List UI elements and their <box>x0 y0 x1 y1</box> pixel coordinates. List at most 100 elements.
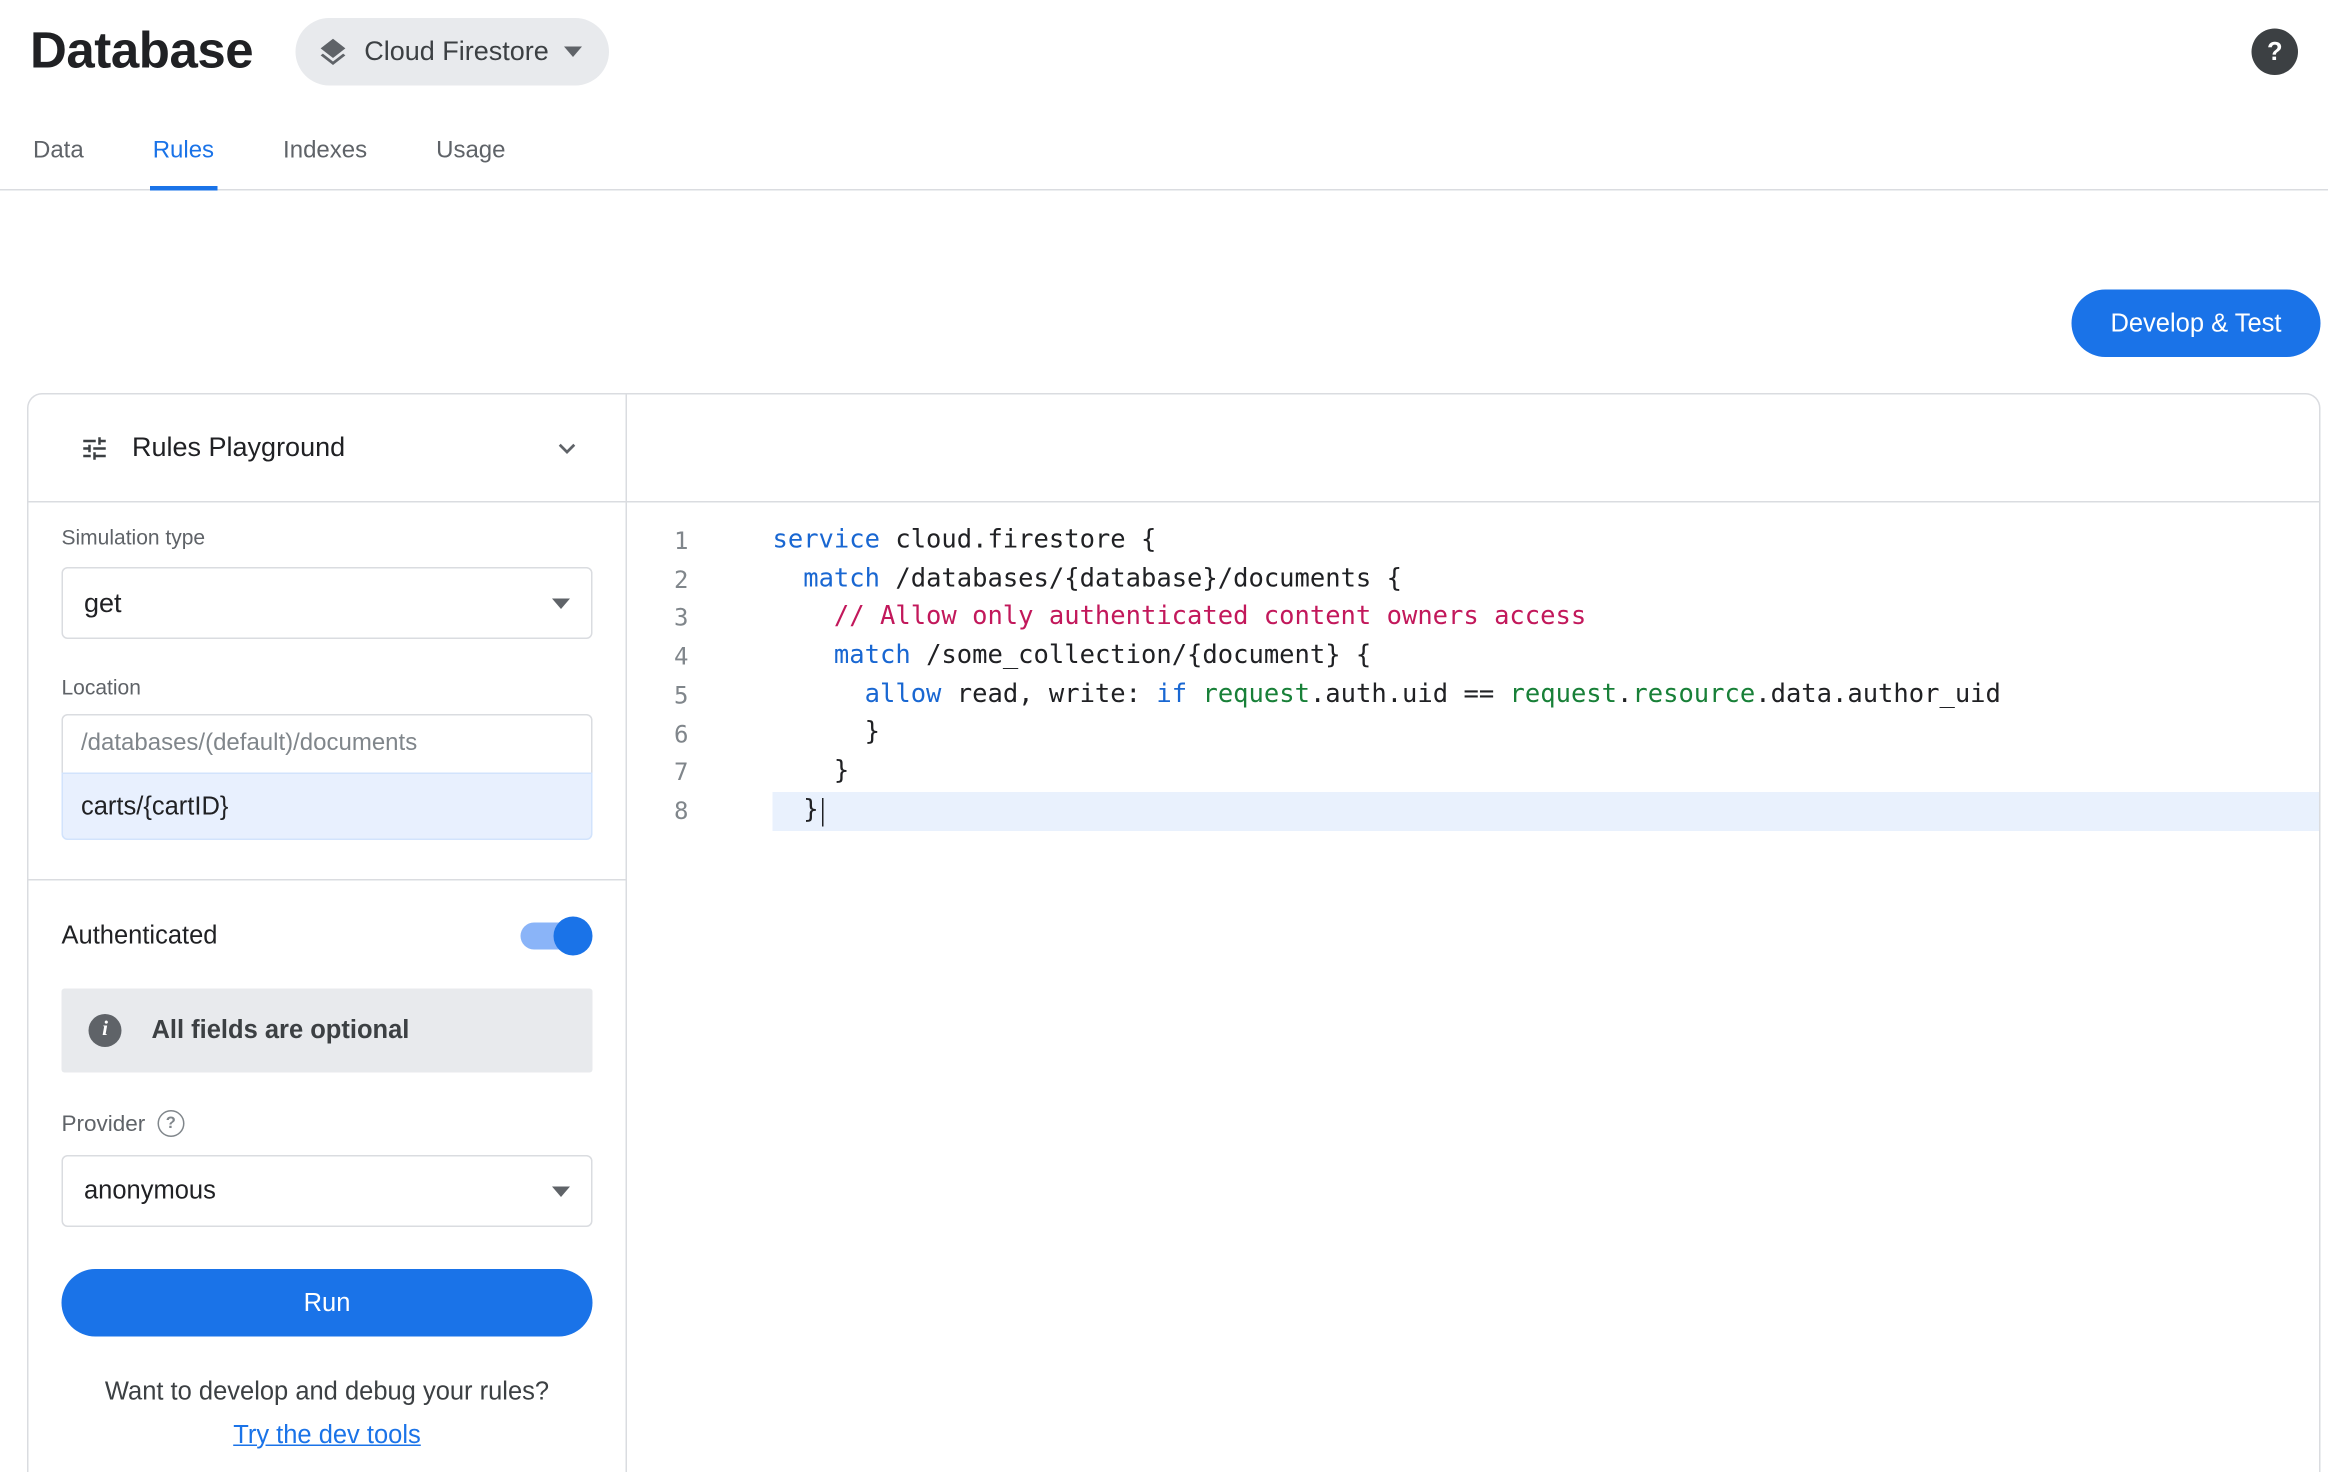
rules-playground-panel: Rules Playground Simulation type get Loc… <box>29 395 628 1472</box>
code-line[interactable]: service cloud.firestore { <box>773 522 2320 561</box>
info-icon: i <box>89 1014 122 1047</box>
code-token: match <box>834 641 911 671</box>
authenticated-toggle[interactable] <box>521 923 590 950</box>
rules-card: Rules Playground Simulation type get Loc… <box>27 393 2321 1472</box>
code-token <box>773 641 834 671</box>
help-outline-icon[interactable]: ? <box>157 1110 184 1137</box>
line-number: 2 <box>627 561 689 600</box>
tab-bar: Data Rules Indexes Usage <box>0 113 2328 191</box>
tab-usage-label: Usage <box>436 138 505 164</box>
tab-rules[interactable]: Rules <box>150 138 217 191</box>
code-token: if <box>1156 679 1187 709</box>
chevron-down-icon <box>564 47 582 58</box>
develop-test-button[interactable]: Develop & Test <box>2071 290 2320 358</box>
code-token: /some_collection/{document} { <box>911 641 1372 671</box>
tab-indexes-label: Indexes <box>283 138 367 164</box>
code-line[interactable]: // Allow only authenticated content owne… <box>773 599 2320 638</box>
location-value-input[interactable]: carts/{cartID} <box>62 773 593 841</box>
help-button[interactable]: ? <box>2252 29 2299 76</box>
firestore-icon <box>316 35 349 68</box>
simulation-type-value: get <box>84 587 122 619</box>
provider-select[interactable]: anonymous <box>62 1155 593 1227</box>
product-selector-chip[interactable]: Cloud Firestore <box>295 18 609 86</box>
chevron-down-icon <box>552 598 570 609</box>
location-value-text: carts/{cartID} <box>81 791 228 821</box>
dev-tools-link[interactable]: Try the dev tools <box>62 1421 593 1451</box>
collapse-chevron-icon[interactable] <box>551 431 584 464</box>
line-number: 8 <box>627 792 689 831</box>
code-token: } <box>773 795 819 825</box>
run-button[interactable]: Run <box>62 1269 593 1337</box>
code-token: } <box>773 718 880 748</box>
playground-title: Rules Playground <box>132 432 345 464</box>
line-number: 3 <box>627 599 689 638</box>
info-banner-text: All fields are optional <box>152 1016 410 1046</box>
code-token: cloud.firestore { <box>880 525 1156 555</box>
playground-body: Simulation type get Location /databases/… <box>29 503 626 1451</box>
tab-usage[interactable]: Usage <box>433 138 508 191</box>
code-token: .auth.uid == <box>1310 679 1510 709</box>
code-token: request <box>1202 679 1309 709</box>
line-number: 5 <box>627 676 689 715</box>
page-title: Database <box>30 23 253 82</box>
authenticated-label: Authenticated <box>62 921 218 951</box>
code-line[interactable]: match /some_collection/{document} { <box>773 638 2320 677</box>
editor-code[interactable]: service cloud.firestore { match /databas… <box>773 522 2320 1472</box>
editor-header <box>627 395 2319 503</box>
tab-data-label: Data <box>33 138 84 164</box>
simulation-type-label: Simulation type <box>62 525 593 549</box>
text-cursor <box>822 798 824 827</box>
editor-gutter: 12345678 <box>627 522 773 1472</box>
code-token: } <box>773 756 850 786</box>
provider-value: anonymous <box>84 1176 216 1206</box>
authenticated-row: Authenticated <box>62 921 593 951</box>
code-line[interactable]: } <box>773 715 2320 754</box>
code-token <box>773 602 834 632</box>
toolbar-row: Develop & Test <box>27 290 2321 358</box>
code-token: allow <box>865 679 942 709</box>
location-placeholder-text: /databases/(default)/documents <box>81 731 417 758</box>
code-token: . <box>1617 679 1632 709</box>
product-selector-label: Cloud Firestore <box>364 36 549 68</box>
code-token: service <box>773 525 880 555</box>
tab-data[interactable]: Data <box>30 138 87 191</box>
provider-row: Provider ? <box>62 1110 593 1137</box>
line-number: 6 <box>627 715 689 754</box>
location-input[interactable]: /databases/(default)/documents <box>62 714 593 774</box>
code-token: /databases/{database}/documents { <box>880 564 1402 594</box>
playground-header: Rules Playground <box>29 395 626 503</box>
code-editor[interactable]: 12345678 service cloud.firestore { match… <box>627 503 2319 1472</box>
code-token <box>773 679 865 709</box>
main-content: Develop & Test Rules Playground Simulati… <box>0 290 2328 1472</box>
line-number: 4 <box>627 638 689 677</box>
code-token: // Allow only authenticated content owne… <box>834 602 1586 632</box>
code-line[interactable]: match /databases/{database}/documents { <box>773 561 2320 600</box>
info-banner: i All fields are optional <box>62 989 593 1073</box>
tab-rules-label: Rules <box>153 138 214 164</box>
divider <box>29 879 626 881</box>
app-header: Database Cloud Firestore ? <box>0 0 2328 86</box>
code-line[interactable]: allow read, write: if request.auth.uid =… <box>773 676 2320 715</box>
line-number: 1 <box>627 522 689 561</box>
code-token: read, write: <box>941 679 1156 709</box>
tab-indexes[interactable]: Indexes <box>280 138 370 191</box>
dev-tools-prompt: Want to develop and debug your rules? <box>62 1377 593 1407</box>
rules-editor: 12345678 service cloud.firestore { match… <box>627 395 2319 1472</box>
firebase-console-page: Database Cloud Firestore ? Data Rules In… <box>0 0 2328 1472</box>
help-question-icon: ? <box>2267 37 2283 67</box>
toggle-knob <box>554 917 593 956</box>
code-token: resource <box>1632 679 1755 709</box>
code-line[interactable]: } <box>773 753 2320 792</box>
code-token: request <box>1510 679 1617 709</box>
tune-icon <box>80 433 110 463</box>
code-token: .data.author_uid <box>1755 679 2001 709</box>
simulation-type-select[interactable]: get <box>62 567 593 639</box>
code-token: match <box>803 564 880 594</box>
chevron-down-icon <box>552 1186 570 1197</box>
code-token <box>1187 679 1202 709</box>
code-line[interactable]: } <box>773 792 2320 831</box>
line-number: 7 <box>627 753 689 792</box>
code-token <box>773 564 804 594</box>
provider-label: Provider <box>62 1111 146 1137</box>
location-label: Location <box>62 675 593 699</box>
